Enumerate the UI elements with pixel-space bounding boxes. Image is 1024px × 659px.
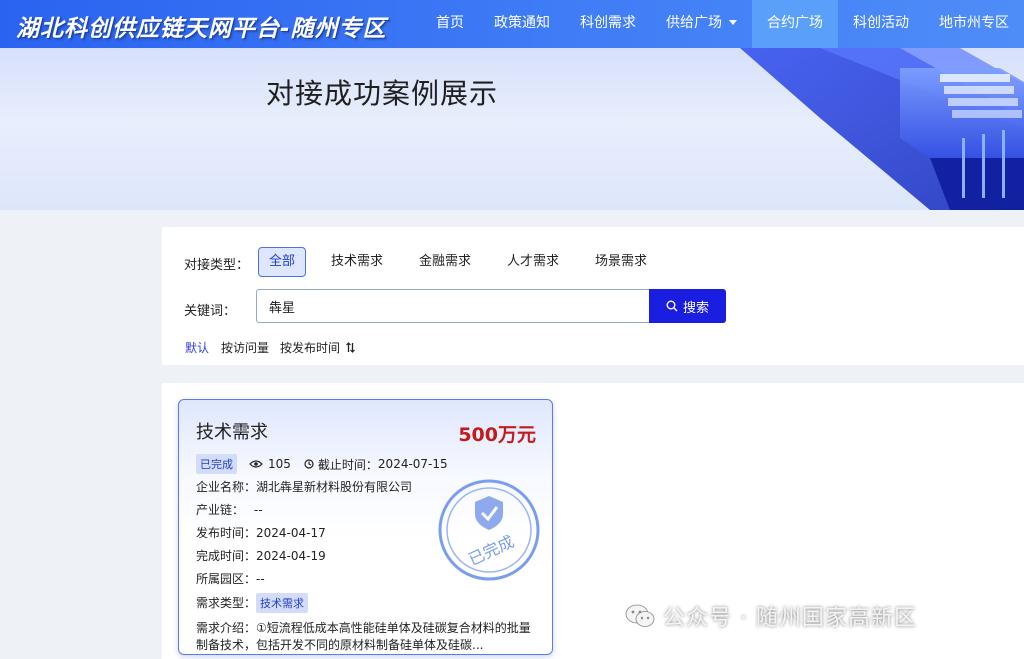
company-label: 企业名称： [196, 480, 257, 494]
sort-arrows-icon [345, 342, 355, 353]
company-name: 湖北犇星新材料股份有限公司 [256, 480, 413, 494]
eye-icon [249, 460, 263, 468]
completed-stamp-icon: 已完成 [438, 479, 540, 581]
stamp-text: 已完成 [465, 532, 517, 570]
type-filter-label: 对接类型： [184, 258, 250, 273]
nav-city-zone[interactable]: 地市州专区 [924, 0, 1024, 48]
intro-label: 需求介绍： [196, 621, 257, 635]
search-button[interactable]: 搜索 [649, 289, 726, 323]
sort-by-views[interactable]: 按访问量 [221, 339, 269, 356]
type-chip-all[interactable]: 全部 [258, 247, 307, 277]
page-banner: 对接成功案例展示 [0, 48, 1024, 210]
top-navigation-bar: 湖北科创供应链天网平台-随州专区 首页 政策通知 科创需求 供给广场 合约广场 … [0, 0, 1024, 48]
chain-row: 产业链： -- [196, 501, 263, 518]
view-count: 105 [268, 457, 291, 471]
publish-row: 发布时间：2024-04-17 [196, 524, 326, 541]
main-nav: 首页 政策通知 科创需求 供给广场 合约广场 科创活动 地市州专区 [421, 0, 1024, 48]
chain-value: -- [254, 503, 263, 517]
publish-date: 2024-04-17 [256, 526, 326, 540]
nav-contract-square[interactable]: 合约广场 [752, 0, 838, 48]
park-value: -- [256, 572, 265, 586]
site-title[interactable]: 湖北科创供应链天网平台-随州专区 [16, 9, 387, 43]
sort-default[interactable]: 默认 [185, 339, 209, 356]
demand-type-label: 需求类型： [196, 596, 257, 610]
nav-policy[interactable]: 政策通知 [479, 0, 565, 48]
type-chip-tech[interactable]: 技术需求 [321, 247, 393, 277]
complete-label: 完成时间： [196, 549, 257, 563]
nav-supply-label: 供给广场 [666, 15, 722, 31]
keyword-label: 关键词： [184, 304, 237, 319]
chevron-down-icon [729, 20, 737, 25]
filter-panel: 对接类型： 全部 技术需求 金融需求 人才需求 场景需求 关键词： 搜索 默认 … [162, 227, 1024, 365]
nav-innovation-demand[interactable]: 科创需求 [565, 0, 651, 48]
card-meta: 已完成 105 截止时间： 2024-07-15 [196, 454, 448, 474]
complete-row: 完成时间：2024-04-19 [196, 547, 326, 564]
keyword-input[interactable] [256, 289, 649, 323]
search-icon [666, 300, 678, 312]
complete-date: 2024-04-19 [256, 549, 326, 563]
type-chip-finance[interactable]: 金融需求 [409, 247, 481, 277]
sort-by-publish-time[interactable]: 按发布时间 [280, 339, 355, 356]
deadline-value: 2024-07-15 [377, 457, 448, 471]
intro-row: 需求介绍：①短流程低成本高性能硅单体及硅碳复合材料的批量制备技术，包括开发不同的… [196, 620, 536, 654]
status-badge: 已完成 [196, 454, 237, 474]
page-title: 对接成功案例展示 [266, 77, 499, 110]
type-chip-scene[interactable]: 场景需求 [585, 247, 657, 277]
wechat-icon [625, 604, 655, 627]
demand-type-badge: 技术需求 [256, 593, 309, 613]
publish-label: 发布时间： [196, 526, 257, 540]
deadline-label: 截止时间： [317, 457, 378, 472]
sort-by-publish-time-label: 按发布时间 [280, 341, 341, 355]
card-amount: 500万元 [458, 424, 536, 446]
watermark-text: 公众号 · 随州国家高新区 [663, 606, 917, 631]
nav-activities[interactable]: 科创活动 [838, 0, 924, 48]
nav-home[interactable]: 首页 [421, 0, 479, 48]
park-row: 所属园区：-- [196, 570, 265, 587]
wechat-watermark: 公众号 · 随州国家高新区 [625, 600, 917, 632]
company-row: 企业名称：湖北犇星新材料股份有限公司 [196, 478, 412, 495]
park-label: 所属园区： [196, 572, 257, 586]
demand-type-row: 需求类型： 技术需求 [196, 593, 309, 613]
search-button-label: 搜索 [682, 300, 709, 316]
chain-label: 产业链： [196, 503, 245, 517]
type-chip-talent[interactable]: 人才需求 [497, 247, 569, 277]
nav-supply-square[interactable]: 供给广场 [651, 0, 752, 48]
case-card[interactable]: 技术需求 500万元 已完成 105 截止时间： 2024-07-15 企业名称… [178, 399, 553, 655]
banner-illustration [740, 48, 1024, 210]
clock-icon [304, 459, 314, 469]
card-type: 技术需求 [196, 422, 268, 443]
